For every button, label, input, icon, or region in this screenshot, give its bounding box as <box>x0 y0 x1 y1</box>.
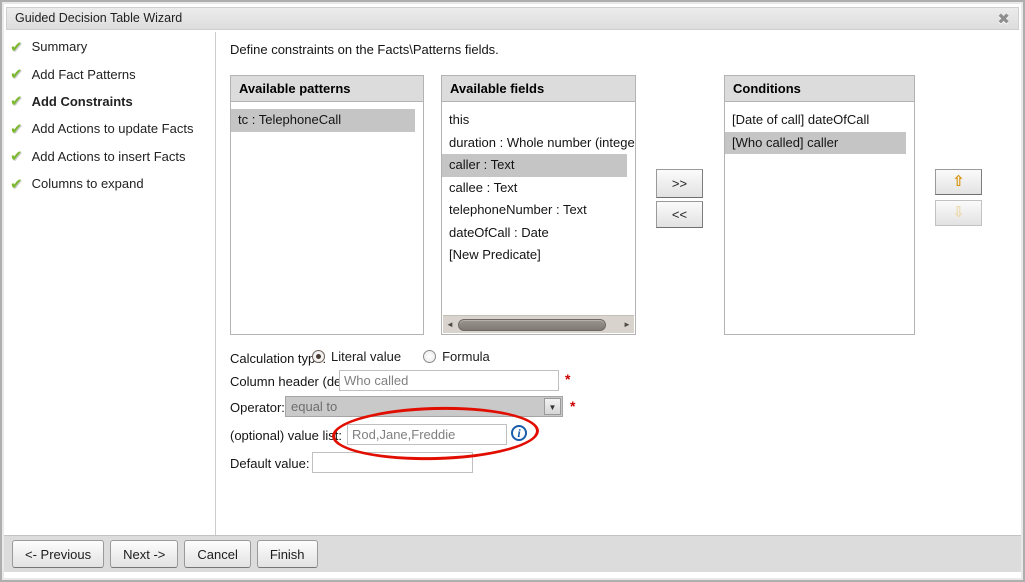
sidebar-item-label: Add Actions to insert Facts <box>32 149 186 164</box>
value-list-input[interactable] <box>347 424 507 445</box>
value-list-label: (optional) value list: <box>230 428 342 443</box>
wizard-steps-sidebar: ✔ Summary ✔ Add Fact Patterns ✔ Add Cons… <box>10 33 210 197</box>
scrollbar-thumb[interactable] <box>458 319 606 331</box>
list-item[interactable]: callee : Text <box>442 177 635 200</box>
sidebar-item-label: Add Actions to update Facts <box>32 121 194 136</box>
check-icon: ✔ <box>10 92 23 110</box>
info-icon[interactable]: i <box>511 425 527 441</box>
previous-button[interactable]: <- Previous <box>12 540 104 568</box>
required-marker: * <box>570 398 575 414</box>
close-icon[interactable]: ✖ <box>997 9 1010 30</box>
column-header-input[interactable] <box>339 370 559 391</box>
list-item[interactable]: tc : TelephoneCall <box>231 109 415 132</box>
sidebar-item-columns-to-expand[interactable]: ✔ Columns to expand <box>10 170 210 197</box>
list-item[interactable]: caller : Text <box>442 154 627 177</box>
scroll-left-icon[interactable]: ◄ <box>443 316 457 334</box>
dialog-title: Guided Decision Table Wizard <box>15 8 182 29</box>
formula-radio[interactable] <box>423 350 436 363</box>
wizard-dialog: Guided Decision Table Wizard ✖ ✔ Summary… <box>0 0 1025 582</box>
list-item[interactable]: telephoneNumber : Text <box>442 199 635 222</box>
required-marker: * <box>565 371 570 387</box>
footer-bar: <- Previous Next -> Cancel Finish <box>4 535 1021 572</box>
add-condition-button[interactable]: >> <box>656 169 703 198</box>
sidebar-divider <box>215 32 216 535</box>
remove-condition-button[interactable]: << <box>656 201 703 228</box>
available-patterns-header: Available patterns <box>231 76 423 102</box>
operator-select[interactable]: equal to ▼ <box>285 396 563 417</box>
cancel-button[interactable]: Cancel <box>184 540 250 568</box>
available-fields-header: Available fields <box>442 76 635 102</box>
up-arrow-icon: ⇧ <box>952 173 965 190</box>
operator-label: Operator: <box>230 400 285 415</box>
list-item[interactable]: [New Predicate] <box>442 244 635 267</box>
calculation-type-options: Literal value Formula <box>312 349 512 364</box>
horizontal-scrollbar[interactable]: ◄ ► <box>443 315 634 333</box>
list-item[interactable]: dateOfCall : Date <box>442 222 635 245</box>
sidebar-item-add-constraints[interactable]: ✔ Add Constraints <box>10 88 210 115</box>
operator-selected-value: equal to <box>291 399 337 414</box>
move-down-button[interactable]: ⇩ <box>935 200 982 226</box>
title-bar: Guided Decision Table Wizard ✖ <box>6 7 1019 30</box>
sidebar-item-add-fact-patterns[interactable]: ✔ Add Fact Patterns <box>10 60 210 87</box>
finish-button[interactable]: Finish <box>257 540 318 568</box>
check-icon: ✔ <box>10 38 23 56</box>
sidebar-item-label: Add Fact Patterns <box>32 67 136 82</box>
sidebar-item-add-actions-insert[interactable]: ✔ Add Actions to insert Facts <box>10 143 210 170</box>
instruction-text: Define constraints on the Facts\Patterns… <box>230 42 499 57</box>
scroll-right-icon[interactable]: ► <box>620 316 634 334</box>
chevron-down-icon[interactable]: ▼ <box>544 398 561 415</box>
sidebar-item-summary[interactable]: ✔ Summary <box>10 33 210 60</box>
conditions-panel: Conditions [Date of call] dateOfCall [Wh… <box>724 75 915 335</box>
down-arrow-icon: ⇩ <box>952 204 965 221</box>
formula-label: Formula <box>442 349 490 364</box>
move-up-button[interactable]: ⇧ <box>935 169 982 195</box>
sidebar-item-label: Summary <box>32 39 88 54</box>
check-icon: ✔ <box>10 147 23 165</box>
sidebar-item-label: Add Constraints <box>32 94 133 109</box>
list-item[interactable]: [Date of call] dateOfCall <box>725 109 914 132</box>
check-icon: ✔ <box>10 120 23 138</box>
available-fields-panel: Available fields this duration : Whole n… <box>441 75 636 335</box>
check-icon: ✔ <box>10 175 23 193</box>
sidebar-item-label: Columns to expand <box>32 176 144 191</box>
literal-value-radio[interactable] <box>312 350 325 363</box>
default-value-input[interactable] <box>312 452 473 473</box>
list-item[interactable]: duration : Whole number (intege <box>442 132 635 155</box>
next-button[interactable]: Next -> <box>110 540 178 568</box>
conditions-header: Conditions <box>725 76 914 102</box>
sidebar-item-add-actions-update[interactable]: ✔ Add Actions to update Facts <box>10 115 210 142</box>
available-patterns-panel: Available patterns tc : TelephoneCall <box>230 75 424 335</box>
check-icon: ✔ <box>10 65 23 83</box>
available-patterns-list: tc : TelephoneCall <box>231 102 423 132</box>
available-fields-list: this duration : Whole number (intege cal… <box>442 102 635 267</box>
conditions-list: [Date of call] dateOfCall [Who called] c… <box>725 102 914 154</box>
literal-value-label: Literal value <box>331 349 401 364</box>
list-item[interactable]: [Who called] caller <box>725 132 906 155</box>
list-item[interactable]: this <box>442 109 635 132</box>
default-value-label: Default value: <box>230 456 310 471</box>
